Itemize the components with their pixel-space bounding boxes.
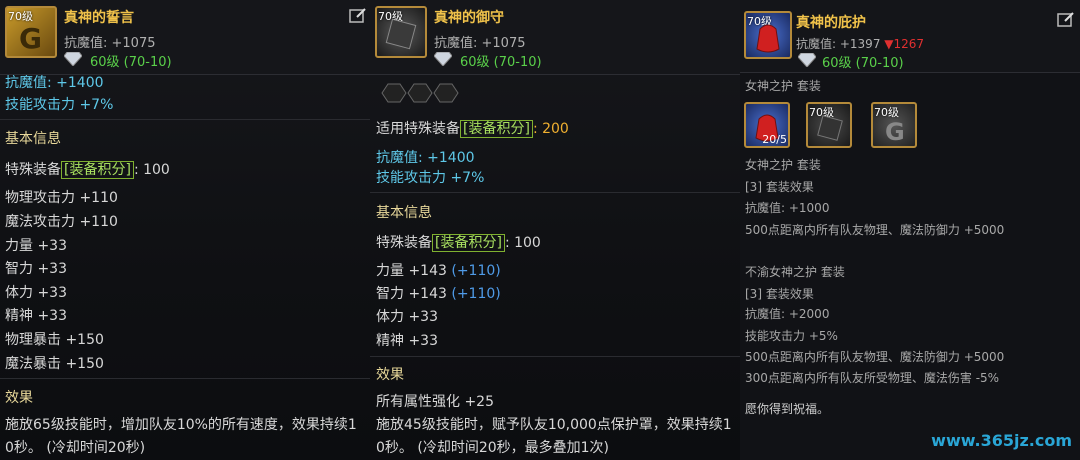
item-icon-guard: 70级 [375, 6, 427, 58]
set-slot-rune[interactable]: 70级 G [871, 102, 917, 148]
item-title: 真神的御守 [434, 10, 504, 26]
set-slot-cube[interactable]: 70级 [806, 102, 852, 148]
divider [0, 119, 370, 120]
special-value: : 100 [133, 162, 170, 178]
stat-int-bonus: (+110) [451, 286, 501, 302]
cube-icon [385, 18, 417, 50]
stat-str: 力量 +143 (+110) [376, 260, 501, 280]
edit-icon[interactable] [349, 8, 366, 23]
level-range: 60级 (70-10) [822, 56, 904, 71]
gem-icon [434, 52, 452, 66]
mag-attack: 魔法攻击力 +110 [5, 214, 118, 230]
edit-icon[interactable] [1057, 12, 1074, 27]
applicable-label: 适用特殊装备 [376, 121, 460, 137]
score-tag: [装备积分] [460, 120, 533, 138]
resist-change: ▼1267 [884, 37, 925, 51]
watermark: www.365jz.com [931, 431, 1072, 450]
section-effect: 效果 [376, 367, 404, 383]
set2-dmg: 300点距离内所有队友所受物理、魔法伤害 -5% [745, 371, 1000, 385]
stat-int: 智力 +143 (+110) [376, 283, 501, 303]
gem-icon [64, 52, 82, 66]
item-header: 70级 真神的庇护 抗魔值: +1397 ▼1267 60级 (70-10) [740, 0, 1080, 73]
tooltip-panel-shelter: 70级 真神的庇护 抗魔值: +1397 ▼1267 60级 (70-10) 女… [740, 0, 1080, 460]
stat-vit: 体力 +33 [376, 309, 438, 325]
gem-icon [798, 53, 816, 67]
special-label: 特殊装备 [5, 162, 61, 178]
effect-text-2: 0秒。 (冷却时间20秒，最多叠加1次) [376, 440, 610, 456]
magic-resist-value: 抗魔值: +1397 [796, 37, 881, 51]
set2-skill: 技能攻击力 +5% [745, 329, 838, 343]
item-header: 70级 G 真神的誓言 抗魔值: +1075 60级 (70-10) [0, 0, 370, 75]
phys-crit: 物理暴击 +150 [5, 332, 104, 348]
magic-resist-bonus: 抗魔值: +1400 [376, 150, 475, 166]
magic-resist: 抗魔值: +1397 ▼1267 [796, 35, 924, 52]
tooltip-panel-oath: 70级 G 真神的誓言 抗魔值: +1075 60级 (70-10) 抗魔值: … [0, 0, 371, 460]
stat-str-bonus: (+110) [451, 263, 501, 279]
red-bag-icon [756, 24, 780, 53]
socket-slots-icon [381, 83, 459, 103]
item-icon-shelter: 70级 [744, 11, 792, 59]
cutoff-line: 女神之护 套装 [745, 79, 821, 93]
mag-crit: 魔法暴击 +150 [5, 356, 104, 372]
section-basic-info: 基本信息 [5, 131, 61, 147]
effect-text-1: 施放45级技能时，赋予队友10,000点保护罩，效果持续1 [376, 417, 732, 433]
effect-text-2: 0秒。 (冷却时间20秒) [5, 440, 146, 456]
level-range: 60级 (70-10) [90, 55, 172, 70]
skill-attack: 技能攻击力 +7% [376, 170, 485, 186]
all-attr: 所有属性强化 +25 [376, 394, 494, 410]
stat-str: 力量 +33 [5, 238, 67, 254]
level-range: 60级 (70-10) [460, 55, 542, 70]
item-title: 真神的誓言 [64, 10, 134, 26]
item-header: 70级 真神的御守 抗魔值: +1075 60级 (70-10) [370, 0, 740, 75]
stat-int: 智力 +33 [5, 261, 67, 277]
cutoff-line: 抗魔值: +1400 [5, 75, 104, 91]
tooltip-panel-guard: 70级 真神的御守 抗魔值: +1075 60级 (70-10) 适用特殊装备[… [370, 0, 741, 460]
set2-effect: [3] 套装效果 [745, 287, 814, 301]
divider [370, 192, 740, 193]
blessing: 愿你得到祝福。 [745, 402, 830, 416]
slot-count: 20/5 [762, 133, 787, 146]
phys-attack: 物理攻击力 +110 [5, 190, 118, 206]
stat-spr: 精神 +33 [376, 333, 438, 349]
section-basic-info: 基本信息 [376, 205, 432, 221]
divider [0, 378, 370, 379]
applicable-special: 适用特殊装备 [装备积分]: 200 [376, 118, 569, 138]
special-equip: 特殊装备 [装备积分]: 100 [5, 159, 170, 179]
set1-name: 女神之护 套装 [745, 158, 821, 172]
score-tag: [装备积分] [432, 234, 505, 252]
set2-mres: 抗魔值: +2000 [745, 307, 830, 321]
item-title: 真神的庇护 [796, 15, 866, 31]
svg-text:G: G [885, 118, 905, 146]
set1-party: 500点距离内所有队友物理、魔法防御力 +5000 [745, 223, 1005, 237]
effect-text-1: 施放65级技能时，增加队友10%的所有速度，效果持续1 [5, 417, 357, 433]
item-icon-oath: 70级 G [5, 6, 57, 58]
magic-resist: 抗魔值: +1075 [64, 36, 156, 51]
special-value: : 100 [504, 235, 541, 251]
svg-text:G: G [19, 22, 42, 55]
stat-str-value: 力量 +143 [376, 263, 447, 279]
set1-mres: 抗魔值: +1000 [745, 201, 830, 215]
special-label: 特殊装备 [376, 235, 432, 251]
special-equip: 特殊装备 [装备积分]: 100 [376, 232, 541, 252]
set1-effect: [3] 套装效果 [745, 180, 814, 194]
set-slot-bag[interactable]: 20/5 [744, 102, 790, 148]
rune-g-icon: G [19, 22, 42, 55]
set2-name: 不渝女神之护 套装 [745, 265, 845, 279]
stat-spr: 精神 +33 [5, 308, 67, 324]
section-effect: 效果 [5, 390, 33, 406]
divider [370, 356, 740, 357]
cube-icon [817, 115, 843, 141]
set2-party: 500点距离内所有队友物理、魔法防御力 +5000 [745, 350, 1005, 364]
rune-g-icon: G [885, 118, 905, 146]
score-tag: [装备积分] [61, 161, 134, 179]
applicable-value: : 200 [532, 121, 569, 137]
magic-resist: 抗魔值: +1075 [434, 36, 526, 51]
skill-attack: 技能攻击力 +7% [5, 97, 114, 113]
stat-int-value: 智力 +143 [376, 286, 447, 302]
stat-vit: 体力 +33 [5, 285, 67, 301]
